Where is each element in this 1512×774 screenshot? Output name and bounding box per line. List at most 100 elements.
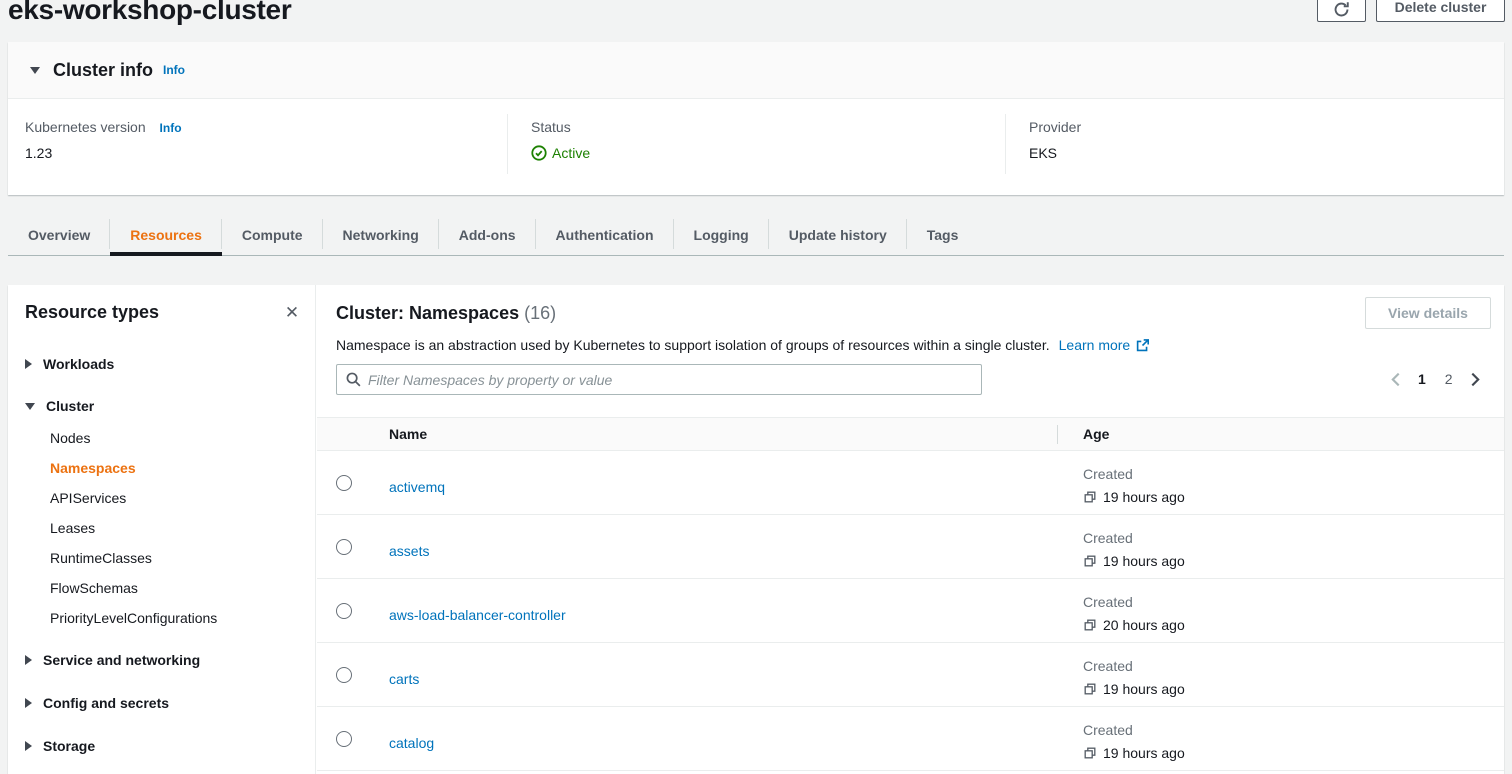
- view-details-button[interactable]: View details: [1365, 297, 1491, 329]
- sidebar-item-flowschemas[interactable]: FlowSchemas: [50, 578, 138, 598]
- resource-types-sidebar: Resource types ✕ Workloads Cluster Nodes…: [8, 285, 316, 774]
- copy-icon[interactable]: [1083, 682, 1097, 696]
- age-value: 19 hours ago: [1103, 489, 1185, 505]
- namespaces-description: Namespace is an abstraction used by Kube…: [336, 337, 1149, 353]
- row-radio-button[interactable]: [336, 603, 352, 619]
- page-number-2[interactable]: 2: [1441, 371, 1457, 387]
- table-row: catalog Created 19 hours ago: [317, 707, 1504, 771]
- field-value: 1.23: [25, 145, 182, 161]
- tab-authentication[interactable]: Authentication: [536, 215, 674, 255]
- tab-add-ons[interactable]: Add-ons: [439, 215, 536, 255]
- table-row: aws-load-balancer-controller Created 20 …: [317, 579, 1504, 643]
- page-title: eks-workshop-cluster: [8, 0, 291, 26]
- status-badge: Active: [552, 145, 590, 161]
- sidebar-item-runtimeclasses[interactable]: RuntimeClasses: [50, 548, 152, 568]
- namespace-link[interactable]: activemq: [389, 479, 445, 495]
- cluster-info-header[interactable]: Cluster info Info: [8, 42, 1504, 99]
- row-radio-button[interactable]: [336, 475, 352, 491]
- table-row: activemq Created 19 hours ago: [317, 451, 1504, 515]
- tab-compute[interactable]: Compute: [222, 215, 323, 255]
- namespace-link[interactable]: carts: [389, 671, 419, 687]
- info-link[interactable]: Info: [163, 63, 185, 77]
- field-label: Status: [531, 119, 590, 135]
- filter-box: [336, 364, 982, 395]
- age-value: 19 hours ago: [1103, 681, 1185, 697]
- sidebar-item-nodes[interactable]: Nodes: [50, 428, 90, 448]
- tab-tags[interactable]: Tags: [907, 215, 979, 255]
- age-cell: Created 19 hours ago: [1083, 466, 1185, 505]
- namespaces-count: (16): [524, 303, 556, 323]
- chevron-right-icon[interactable]: [1468, 372, 1483, 387]
- sidebar-item-namespaces[interactable]: Namespaces: [50, 458, 136, 478]
- resources-panel: Resource types ✕ Workloads Cluster Nodes…: [8, 285, 1504, 774]
- tab-bar: Overview Resources Compute Networking Ad…: [8, 215, 1504, 256]
- caret-right-icon: [25, 741, 32, 751]
- pagination: 1 2: [1388, 369, 1483, 389]
- filter-namespaces-input[interactable]: [368, 365, 981, 394]
- age-value: 20 hours ago: [1103, 617, 1185, 633]
- tab-logging[interactable]: Logging: [674, 215, 769, 255]
- field-label: Kubernetes version Info: [25, 119, 182, 135]
- age-value: 19 hours ago: [1103, 553, 1185, 569]
- external-link-icon: [1136, 339, 1149, 352]
- field-provider: Provider EKS: [1029, 119, 1081, 161]
- section-title: Cluster info: [53, 60, 153, 81]
- tab-overview[interactable]: Overview: [8, 215, 110, 255]
- age-cell: Created 19 hours ago: [1083, 530, 1185, 569]
- row-radio-button[interactable]: [336, 731, 352, 747]
- page-number-1[interactable]: 1: [1414, 371, 1430, 387]
- refresh-icon: [1333, 1, 1350, 18]
- resource-types-title: Resource types: [25, 302, 159, 323]
- namespaces-panel-title: Cluster: Namespaces(16): [336, 303, 556, 324]
- namespace-link[interactable]: catalog: [389, 735, 434, 751]
- sidebar-item-leases[interactable]: Leases: [50, 518, 95, 538]
- table-row: assets Created 19 hours ago: [317, 515, 1504, 579]
- column-divider: [1057, 425, 1058, 444]
- cluster-info-section: Cluster info Info Kubernetes version Inf…: [8, 42, 1504, 195]
- tab-resources[interactable]: Resources: [110, 215, 222, 255]
- learn-more-link[interactable]: Learn more: [1059, 337, 1131, 353]
- caret-right-icon: [25, 359, 32, 369]
- sidebar-item-prioritylevelconfigurations[interactable]: PriorityLevelConfigurations: [50, 608, 217, 628]
- info-link[interactable]: Info: [160, 121, 182, 135]
- caret-down-icon: [30, 67, 40, 74]
- row-radio-button[interactable]: [336, 667, 352, 683]
- sidebar-group-cluster[interactable]: Cluster: [25, 396, 94, 416]
- column-divider: [507, 114, 508, 174]
- copy-icon[interactable]: [1083, 618, 1097, 632]
- column-header-age: Age: [1083, 426, 1109, 442]
- sidebar-group-storage[interactable]: Storage: [25, 736, 95, 756]
- chevron-left-icon[interactable]: [1388, 372, 1403, 387]
- caret-down-icon: [25, 403, 35, 410]
- tab-networking[interactable]: Networking: [323, 215, 439, 255]
- field-value: EKS: [1029, 145, 1081, 161]
- field-kubernetes-version: Kubernetes version Info 1.23: [25, 119, 182, 161]
- age-cell: Created 19 hours ago: [1083, 722, 1185, 761]
- namespaces-table: activemq Created 19 hours ago assets Cre…: [317, 451, 1504, 771]
- sidebar-group-config-and-secrets[interactable]: Config and secrets: [25, 693, 169, 713]
- copy-icon[interactable]: [1083, 554, 1097, 568]
- sidebar-group-workloads[interactable]: Workloads: [25, 354, 114, 374]
- tab-update-history[interactable]: Update history: [769, 215, 907, 255]
- copy-icon[interactable]: [1083, 746, 1097, 760]
- column-header-name: Name: [389, 426, 427, 442]
- search-icon: [346, 372, 361, 387]
- refresh-button[interactable]: [1317, 0, 1366, 22]
- column-divider: [1005, 114, 1006, 174]
- row-radio-button[interactable]: [336, 539, 352, 555]
- namespace-link[interactable]: assets: [389, 543, 429, 559]
- sidebar-item-apiservices[interactable]: APIServices: [50, 488, 126, 508]
- close-icon[interactable]: ✕: [280, 301, 304, 325]
- age-value: 19 hours ago: [1103, 745, 1185, 761]
- copy-icon[interactable]: [1083, 490, 1097, 504]
- field-label: Provider: [1029, 119, 1081, 135]
- namespace-link[interactable]: aws-load-balancer-controller: [389, 607, 566, 623]
- table-row: carts Created 19 hours ago: [317, 643, 1504, 707]
- table-header: Name Age: [317, 417, 1504, 451]
- age-cell: Created 20 hours ago: [1083, 594, 1185, 633]
- caret-right-icon: [25, 698, 32, 708]
- delete-cluster-button[interactable]: Delete cluster: [1376, 0, 1505, 22]
- age-cell: Created 19 hours ago: [1083, 658, 1185, 697]
- sidebar-group-service-and-networking[interactable]: Service and networking: [25, 650, 200, 670]
- caret-right-icon: [25, 655, 32, 665]
